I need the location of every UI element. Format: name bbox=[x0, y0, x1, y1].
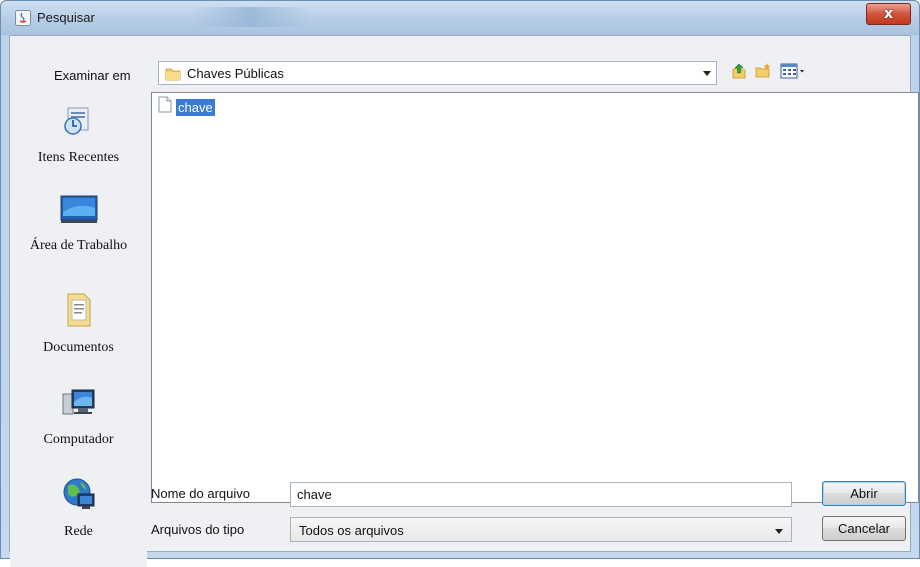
filename-label: Nome do arquivo bbox=[151, 486, 250, 501]
place-recent-items[interactable]: Itens Recentes bbox=[10, 104, 147, 168]
desktop-icon bbox=[10, 192, 147, 233]
place-computer[interactable]: Computador bbox=[10, 386, 147, 450]
chevron-down-icon[interactable] bbox=[701, 67, 713, 79]
network-icon bbox=[10, 476, 147, 519]
place-label: Documentos bbox=[43, 340, 114, 355]
java-icon bbox=[15, 10, 31, 26]
look-in-value: Chaves Públicas bbox=[187, 66, 284, 81]
recent-items-icon bbox=[10, 104, 147, 145]
place-label: Computador bbox=[43, 432, 114, 447]
chevron-down-icon[interactable] bbox=[773, 525, 785, 537]
up-folder-button[interactable] bbox=[728, 62, 750, 84]
filetype-label: Arquivos do tipo bbox=[151, 522, 245, 537]
cancel-button[interactable]: Cancelar bbox=[822, 516, 906, 541]
close-icon: x bbox=[883, 6, 894, 22]
computer-icon bbox=[10, 386, 147, 427]
place-label: Área de Trabalho bbox=[29, 238, 128, 253]
filename-input[interactable] bbox=[290, 482, 792, 507]
open-button[interactable]: Abrir bbox=[822, 481, 906, 506]
place-documents[interactable]: Documentos bbox=[10, 290, 147, 358]
view-menu-button[interactable] bbox=[778, 62, 808, 84]
dialog-client-area: Examinar em Chaves Públicas Itens Recent… bbox=[9, 35, 919, 567]
close-button[interactable]: x bbox=[866, 3, 911, 25]
title-bar[interactable]: Pesquisar x bbox=[1, 1, 919, 35]
places-bar: Itens Recentes Área de Trabalho Document… bbox=[10, 92, 147, 567]
documents-icon bbox=[10, 290, 147, 335]
file-icon bbox=[158, 96, 172, 118]
view-menu-icon bbox=[780, 63, 806, 84]
new-folder-button[interactable] bbox=[752, 62, 774, 84]
file-item[interactable]: chave bbox=[158, 96, 215, 118]
file-chooser-dialog: Pesquisar x Examinar em Chaves Públicas bbox=[0, 0, 920, 567]
folder-icon bbox=[165, 66, 181, 86]
up-folder-icon bbox=[730, 62, 748, 85]
new-folder-icon bbox=[754, 62, 772, 85]
place-network[interactable]: Rede bbox=[10, 476, 147, 542]
look-in-label: Examinar em bbox=[54, 68, 131, 83]
file-name: chave bbox=[176, 98, 215, 116]
blurred-title-region bbox=[191, 7, 311, 27]
place-desktop[interactable]: Área de Trabalho bbox=[10, 192, 147, 256]
place-label: Rede bbox=[64, 524, 93, 539]
look-in-combobox[interactable]: Chaves Públicas bbox=[158, 61, 717, 85]
place-label: Itens Recentes bbox=[37, 150, 120, 165]
filetype-value: Todos os arquivos bbox=[299, 523, 404, 538]
window-title: Pesquisar bbox=[37, 10, 95, 25]
file-list-pane[interactable]: chave bbox=[151, 92, 919, 503]
filetype-combobox[interactable]: Todos os arquivos bbox=[290, 517, 792, 542]
